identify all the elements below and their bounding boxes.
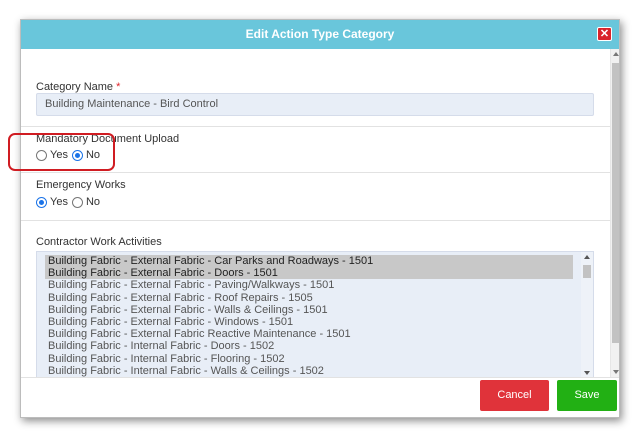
list-item[interactable]: Building Fabric - Internal Fabric - Floo… — [37, 353, 573, 365]
emergency-works-no-label: No — [85, 196, 101, 208]
scroll-thumb[interactable] — [583, 265, 591, 278]
contractor-activities-label: Contractor Work Activities — [36, 236, 162, 248]
dialog-footer: Cancel Save — [21, 377, 619, 417]
scroll-down-icon[interactable] — [584, 371, 590, 375]
cancel-button[interactable]: Cancel — [480, 380, 549, 411]
emergency-works-label: Emergency Works — [36, 179, 126, 191]
list-item[interactable]: Building Fabric - External Fabric - Wall… — [37, 304, 573, 316]
category-name-input[interactable]: Building Maintenance - Bird Control — [36, 93, 594, 116]
dialog-titlebar: Edit Action Type Category ✕ — [21, 20, 619, 49]
list-item[interactable]: Building Fabric - External Fabric - Wind… — [37, 316, 573, 328]
scroll-down-icon[interactable] — [613, 370, 619, 374]
category-name-label: Category Name * — [36, 81, 121, 93]
scroll-up-icon[interactable] — [613, 52, 619, 56]
emergency-works-options: Yes No — [36, 196, 102, 208]
save-button[interactable]: Save — [557, 380, 617, 411]
edit-action-type-category-dialog: Edit Action Type Category ✕ Category Nam… — [20, 19, 620, 418]
scroll-up-icon[interactable] — [584, 255, 590, 259]
contractor-activities-listbox[interactable]: Building Fabric - External Fabric - Car … — [36, 251, 594, 377]
list-item[interactable]: Building Fabric - Internal Fabric - Wall… — [37, 365, 573, 377]
required-mark: * — [116, 81, 121, 93]
category-name-section: Category Name * Building Maintenance - B… — [21, 49, 610, 127]
dialog-body: Category Name * Building Maintenance - B… — [21, 49, 610, 377]
list-item[interactable]: Building Fabric - External Fabric - Car … — [45, 255, 573, 268]
scroll-thumb[interactable] — [612, 63, 619, 343]
list-item[interactable]: Building Fabric - Internal Fabric - Door… — [37, 340, 573, 352]
emergency-works-no-radio[interactable] — [71, 196, 83, 208]
listbox-scrollbar[interactable] — [581, 252, 593, 377]
list-item[interactable]: Building Fabric - External Fabric - Door… — [45, 267, 573, 280]
list-item[interactable]: Building Fabric - External Fabric Reacti… — [37, 328, 573, 340]
activity-list: Building Fabric - External Fabric - Car … — [37, 252, 593, 377]
dialog-scrollbar[interactable] — [610, 49, 619, 377]
list-item[interactable]: Building Fabric - External Fabric - Pavi… — [37, 279, 573, 291]
list-item[interactable]: Building Fabric - External Fabric - Roof… — [37, 292, 573, 304]
close-icon[interactable]: ✕ — [597, 27, 612, 41]
emergency-works-yes-radio[interactable] — [36, 196, 47, 208]
emergency-works-section: Emergency Works Yes No — [21, 173, 610, 221]
emergency-works-yes-label: Yes — [50, 196, 68, 208]
dialog-title: Edit Action Type Category — [245, 27, 395, 41]
emergency-works-highlight — [8, 133, 115, 171]
